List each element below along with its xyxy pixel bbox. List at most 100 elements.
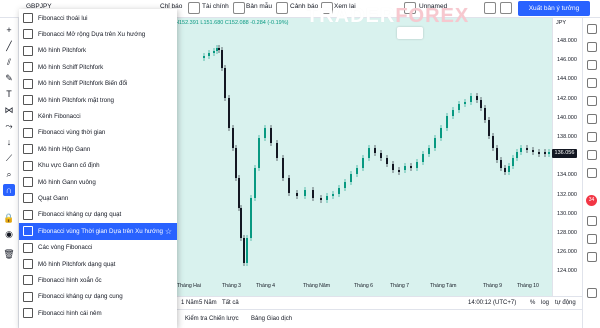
text-icon[interactable]: T bbox=[3, 88, 15, 100]
menu-item[interactable]: Mô hình Schiff Pitchfork Biến đổi bbox=[19, 75, 177, 92]
tab-trading-panel[interactable]: Bảng Giao dịch bbox=[251, 316, 292, 322]
lock-icon[interactable]: 🔒 bbox=[3, 212, 15, 224]
templates-button[interactable]: Bản mẫu bbox=[246, 3, 272, 10]
menu-item[interactable]: Quạt Gann bbox=[19, 190, 177, 207]
menu-item[interactable]: Fibonacci vùng thời gian bbox=[19, 124, 177, 141]
candle-body bbox=[264, 128, 266, 138]
range-all[interactable]: Tất cả bbox=[222, 300, 239, 306]
publish-idea-button[interactable]: Xuất bản ý tưởng bbox=[518, 1, 590, 16]
expand-icon[interactable] bbox=[587, 288, 597, 298]
menu-item-label: Fibonacci hình xoắn ốc bbox=[38, 276, 102, 284]
candle-body bbox=[434, 138, 436, 148]
clock[interactable]: 14:00:12 (UTC+7) bbox=[468, 300, 516, 306]
menu-item-label: Fibonacci kháng cự dạng quạt bbox=[38, 211, 122, 219]
candle-body bbox=[516, 152, 518, 158]
menu-item[interactable]: Fibonacci kháng cự dạng cung bbox=[19, 288, 177, 305]
ideas-icon[interactable] bbox=[587, 114, 597, 124]
menu-item[interactable]: Fibonacci Mở rộng Dựa trên Xu hướng bbox=[19, 26, 177, 43]
candle-body bbox=[548, 152, 550, 154]
floating-toolbar[interactable] bbox=[397, 27, 423, 39]
menu-item[interactable]: Fibonacci vùng Thời gian Dựa trên Xu hướ… bbox=[19, 222, 177, 240]
fib-tool-icon bbox=[23, 95, 33, 105]
help-icon[interactable] bbox=[587, 216, 597, 226]
fib-tool-icon bbox=[23, 209, 33, 220]
menu-item[interactable]: Mô hình Schiff Pitchfork bbox=[19, 59, 177, 76]
menu-item-label: Khu vực Gann cố định bbox=[38, 162, 100, 170]
menu-item[interactable]: Fibonacci kháng cự dạng quạt bbox=[19, 206, 177, 223]
menu-item[interactable]: Fibonacci hình xoắn ốc bbox=[19, 272, 177, 289]
menu-item-label: Mô hình Gann vuông bbox=[38, 178, 96, 186]
percent-toggle[interactable]: % bbox=[530, 300, 535, 306]
menu-item[interactable]: Mô hình Gann vuông bbox=[19, 174, 177, 191]
auto-toggle[interactable]: tự động bbox=[555, 300, 576, 306]
drawing-toolbar: + ╱ ⫽ ✎ T ⋈ ⤳ ↓ ⟋ ⌕ ∩ 🔒 ◉ 🗑 bbox=[0, 18, 19, 328]
range-1y[interactable]: 1 Năm bbox=[181, 300, 199, 306]
candle-body bbox=[218, 48, 220, 50]
candle-body bbox=[446, 116, 448, 128]
notifications-icon[interactable] bbox=[587, 168, 597, 178]
favorite-star-icon[interactable]: ☆ bbox=[165, 227, 172, 236]
candle-body bbox=[270, 128, 272, 143]
templates-icon bbox=[233, 2, 245, 14]
alerts-icon[interactable] bbox=[587, 42, 597, 52]
menu-item-label: Kênh Fibonacci bbox=[38, 112, 81, 120]
range-bar: 1 Năm 5 Năm Tất cả 14:00:12 (UTC+7) % lo… bbox=[177, 296, 582, 309]
camera-icon[interactable] bbox=[500, 2, 512, 14]
data-window-icon[interactable] bbox=[587, 60, 597, 70]
candle-body bbox=[470, 96, 472, 102]
candle-body bbox=[492, 136, 494, 148]
candle-body bbox=[235, 148, 237, 178]
crosshair-icon[interactable]: + bbox=[3, 24, 15, 36]
menu-item[interactable]: Mô hình Hộp Gann bbox=[19, 141, 177, 158]
order-panel-icon[interactable] bbox=[587, 234, 597, 244]
calendar-icon[interactable] bbox=[587, 96, 597, 106]
magnet-icon[interactable]: ∩ bbox=[3, 184, 15, 196]
prediction-icon[interactable]: ⤳ bbox=[3, 120, 15, 132]
trend-line-icon[interactable]: ╱ bbox=[3, 40, 15, 52]
candle-body bbox=[496, 148, 498, 160]
candle-body bbox=[332, 194, 334, 196]
tab-strategy-tester[interactable]: Kiểm tra Chiến lược bbox=[185, 316, 239, 322]
hotlist-icon[interactable] bbox=[587, 78, 597, 88]
search-icon[interactable] bbox=[484, 2, 496, 14]
streams-icon[interactable] bbox=[587, 132, 597, 142]
candle-body bbox=[368, 148, 370, 158]
watchlist-icon[interactable] bbox=[587, 24, 597, 34]
brush-icon[interactable]: ✎ bbox=[3, 72, 15, 84]
menu-item[interactable]: Khu vực Gann cố định bbox=[19, 157, 177, 174]
time-axis[interactable]: Tháng Hai Tháng 3 Tháng 4 Tháng Năm Tháng 6 T… bbox=[177, 282, 552, 292]
menu-item[interactable]: Fibonacci thoái lui bbox=[19, 10, 177, 27]
menu-item[interactable]: Mô hình Pitchfork dạng quạt bbox=[19, 256, 177, 273]
candle-body bbox=[320, 198, 322, 200]
pitchfork-icon[interactable]: ⫽ bbox=[3, 56, 15, 68]
menu-item[interactable]: Fibonacci hình cái nêm bbox=[19, 305, 177, 322]
chat-icon[interactable] bbox=[587, 150, 597, 160]
dom-icon[interactable] bbox=[587, 252, 597, 262]
measure-icon[interactable]: ⟋ bbox=[3, 152, 15, 164]
pattern-icon[interactable]: ⋈ bbox=[3, 104, 15, 116]
range-5y[interactable]: 5 Năm bbox=[199, 300, 217, 306]
candle-body bbox=[344, 182, 346, 188]
menu-item[interactable]: Kênh Fibonacci bbox=[19, 108, 177, 125]
candle-body bbox=[374, 148, 376, 153]
candle-body bbox=[398, 170, 400, 172]
financials-button[interactable]: Tài chính bbox=[202, 3, 229, 10]
candle-body bbox=[480, 100, 482, 108]
menu-item[interactable]: Mô hình Pitchfork bbox=[19, 42, 177, 59]
price-tick-label: 146.000 bbox=[557, 57, 577, 64]
arrow-down-icon[interactable]: ↓ bbox=[3, 136, 15, 148]
zoom-icon[interactable]: ⌕ bbox=[3, 168, 15, 180]
log-toggle[interactable]: log bbox=[541, 300, 549, 306]
eye-icon[interactable]: ◉ bbox=[3, 228, 15, 240]
fib-tool-icon bbox=[23, 62, 33, 73]
candle-body bbox=[338, 188, 340, 194]
fib-tool-icon bbox=[23, 13, 33, 23]
price-tick-label: 142.000 bbox=[557, 95, 577, 102]
time-tick-label: Tháng 6 bbox=[354, 283, 374, 289]
candle-body bbox=[213, 51, 215, 53]
menu-item[interactable]: Mô hình Pitchfork mặt trong bbox=[19, 92, 177, 109]
candle-body bbox=[326, 196, 328, 200]
price-tick-label: 130.000 bbox=[557, 210, 577, 217]
trash-icon[interactable]: 🗑 bbox=[3, 248, 15, 260]
menu-item[interactable]: Các vòng Fibonacci bbox=[19, 239, 177, 256]
